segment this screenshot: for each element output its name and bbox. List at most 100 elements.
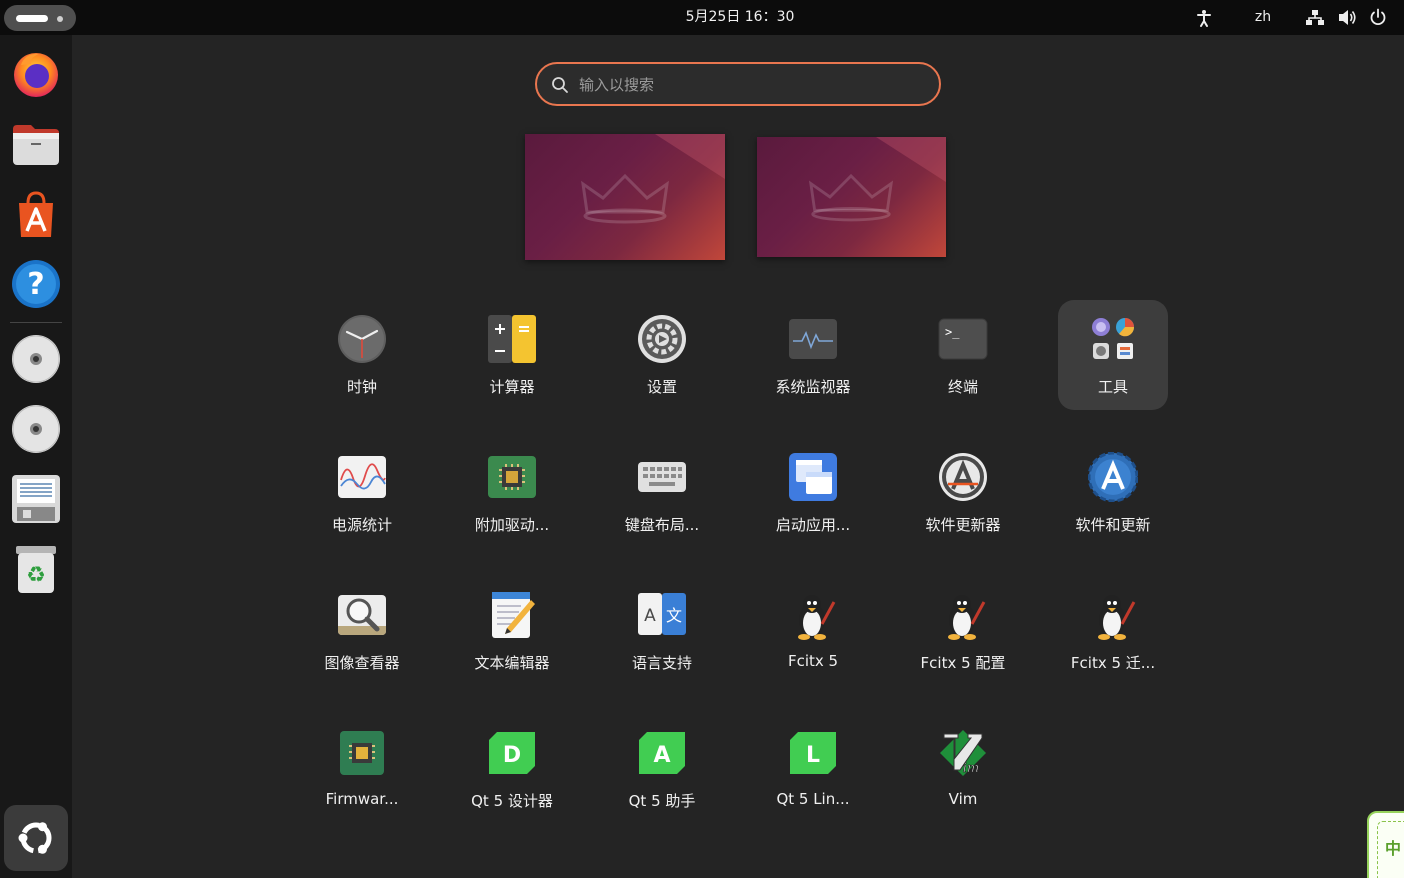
optical-drive-icon[interactable] <box>8 331 64 387</box>
keyboard-layout-icon <box>637 452 687 502</box>
app-label: 终端 <box>947 378 978 396</box>
workspace-thumbnail-1[interactable] <box>525 134 725 260</box>
app-calculator[interactable]: 计算器 <box>457 300 567 410</box>
app-label: 语言支持 <box>631 654 692 672</box>
app-fcitx5-config[interactable]: Fcitx 5 配置 <box>908 576 1018 686</box>
system-monitor-icon <box>788 314 838 364</box>
fcitx-penguin-icon <box>788 590 838 640</box>
top-bar: 5月25日 16：30 zh <box>0 0 1404 35</box>
app-folder-tools[interactable]: 工具 <box>1058 300 1168 410</box>
app-label: 键盘布局... <box>624 516 700 534</box>
app-language-support[interactable]: A文 语言支持 <box>607 576 717 686</box>
qt-linguist-icon: L <box>788 728 838 778</box>
trash-icon[interactable]: ♻ <box>8 541 64 597</box>
app-keyboard-layout[interactable]: 键盘布局... <box>607 438 717 548</box>
power-statistics-icon <box>337 452 387 502</box>
svg-text:♻: ♻ <box>26 563 46 588</box>
volume-icon[interactable] <box>1336 0 1358 35</box>
qt-designer-icon: D <box>487 728 537 778</box>
software-updater-icon <box>938 452 988 502</box>
svg-text:im: im <box>963 761 980 776</box>
text-editor-icon <box>487 590 537 640</box>
app-software-sources[interactable]: 软件和更新 <box>1058 438 1168 548</box>
search-icon <box>552 77 568 93</box>
app-label: 软件更新器 <box>925 516 1001 534</box>
clock-icon <box>337 314 387 364</box>
floppy-drive-icon[interactable] <box>8 471 64 527</box>
svg-text:L: L <box>806 743 820 768</box>
app-firmware[interactable]: Firmwar... <box>307 714 417 824</box>
dock: ? ♻ <box>0 35 72 878</box>
app-label: 时钟 <box>346 378 377 396</box>
input-method-tray[interactable]: 中 <box>1367 811 1404 878</box>
dock-separator <box>10 322 62 323</box>
crown-wallpaper-icon <box>581 173 669 224</box>
vim-icon: im <box>938 728 988 778</box>
app-label: 软件和更新 <box>1075 516 1151 534</box>
additional-drivers-icon <box>487 452 537 502</box>
svg-text:>_: >_ <box>945 325 960 339</box>
firefox-icon[interactable] <box>8 46 64 102</box>
app-qt5-assistant[interactable]: A Qt 5 助手 <box>607 714 717 824</box>
app-qt5-designer[interactable]: D Qt 5 设计器 <box>457 714 567 824</box>
workspace-indicator-dot <box>57 16 63 22</box>
app-label: 附加驱动... <box>474 516 550 534</box>
app-text-editor[interactable]: 文本编辑器 <box>457 576 567 686</box>
app-power-statistics[interactable]: 电源统计 <box>307 438 417 548</box>
search-box[interactable] <box>535 62 941 106</box>
show-apps-button[interactable] <box>4 805 68 871</box>
workspace-indicator-active <box>16 15 48 22</box>
ime-label: 中 <box>1385 839 1402 858</box>
fcitx-config-penguin-icon <box>938 590 988 640</box>
app-label: Firmwar... <box>325 790 399 808</box>
help-icon[interactable]: ? <box>8 256 64 312</box>
app-label: Fcitx 5 迁... <box>1070 654 1156 672</box>
app-label: 电源统计 <box>331 516 392 534</box>
app-label: 文本编辑器 <box>474 654 550 672</box>
svg-text:A: A <box>644 606 656 626</box>
app-startup-applications[interactable]: 启动应用... <box>758 438 868 548</box>
svg-text:?: ? <box>27 267 44 302</box>
app-label: Qt 5 Lin... <box>776 790 850 808</box>
app-settings[interactable]: 设置 <box>607 300 717 410</box>
software-sources-icon <box>1088 452 1138 502</box>
app-label: Fcitx 5 配置 <box>920 654 1006 672</box>
app-label: 设置 <box>646 378 677 396</box>
app-system-monitor[interactable]: 系统监视器 <box>758 300 868 410</box>
language-indicator[interactable]: zh <box>1246 0 1280 35</box>
svg-text:A: A <box>653 743 670 768</box>
fcitx-migrator-penguin-icon <box>1088 590 1138 640</box>
app-label: Vim <box>948 790 978 808</box>
app-label: Qt 5 设计器 <box>471 792 553 810</box>
activities-button[interactable] <box>4 5 76 31</box>
startup-applications-icon <box>788 452 838 502</box>
network-icon[interactable] <box>1304 0 1326 35</box>
calculator-icon <box>487 314 537 364</box>
app-image-viewer[interactable]: 图像查看器 <box>307 576 417 686</box>
app-label: 工具 <box>1097 378 1128 396</box>
app-software-updater[interactable]: 软件更新器 <box>908 438 1018 548</box>
app-center-icon[interactable] <box>8 186 64 242</box>
power-icon[interactable] <box>1367 0 1389 35</box>
app-fcitx5[interactable]: Fcitx 5 <box>758 576 868 686</box>
search-input[interactable] <box>579 73 919 97</box>
app-fcitx5-migrator[interactable]: Fcitx 5 迁... <box>1058 576 1168 686</box>
svg-text:D: D <box>503 743 521 768</box>
ubuntu-logo-icon <box>18 822 52 854</box>
app-vim[interactable]: im Vim <box>908 714 1018 824</box>
app-label: 启动应用... <box>775 516 851 534</box>
optical-drive-icon[interactable] <box>8 401 64 457</box>
files-icon[interactable] <box>8 116 64 172</box>
app-terminal[interactable]: >_ 终端 <box>908 300 1018 410</box>
svg-text:文: 文 <box>666 606 682 625</box>
crown-wallpaper-icon <box>808 173 894 222</box>
clock[interactable]: 5月25日 16：30 <box>640 0 840 35</box>
accessibility-icon[interactable] <box>1194 0 1214 35</box>
app-qt5-linguist[interactable]: L Qt 5 Lin... <box>758 714 868 824</box>
app-additional-drivers[interactable]: 附加驱动... <box>457 438 567 548</box>
workspace-thumbnail-2[interactable] <box>757 137 946 257</box>
app-clock[interactable]: 时钟 <box>307 300 417 410</box>
tools-folder-icon <box>1088 314 1138 364</box>
qt-assistant-icon: A <box>637 728 687 778</box>
language-support-icon: A文 <box>637 590 687 640</box>
